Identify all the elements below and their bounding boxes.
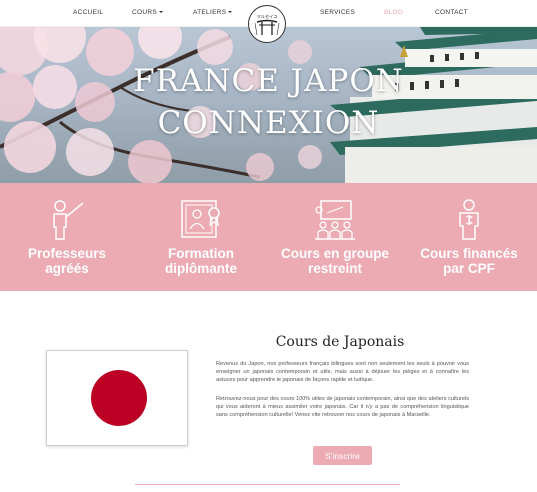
funding-icon (459, 199, 479, 240)
nav-cours[interactable]: COURS (132, 9, 163, 16)
teacher-icon (53, 200, 84, 240)
site-logo[interactable]: マルセイユ (248, 5, 286, 43)
classroom-icon (315, 200, 355, 240)
details-paragraph: Retrouvez-nous pour des cours 100% utile… (216, 396, 469, 419)
diploma-icon (181, 200, 220, 238)
nav-ateliers[interactable]: ATELIERS (193, 9, 233, 16)
feature-professeurs: Professeurs agréés (0, 183, 134, 291)
nav-contact[interactable]: CONTACT (435, 9, 468, 16)
section-divider (135, 484, 400, 485)
sinscrire-button[interactable]: S'inscrire (313, 446, 372, 465)
feature-groupe: Cours en groupe restreint (268, 183, 402, 291)
intro-paragraph: Revenus du Japon, nos professeurs frança… (216, 361, 469, 384)
chevron-down-icon (158, 11, 163, 14)
nav-accueil[interactable]: ACCUEIL (73, 9, 103, 16)
chevron-down-icon (228, 11, 233, 14)
hero-title-line1: FRANCE JAPON (133, 63, 404, 99)
feature-label: Cours en groupe restreint (280, 246, 389, 276)
logo-text: マルセイユ (257, 14, 278, 20)
flag-red-circle (91, 370, 147, 426)
nav-cours-label: COURS (132, 9, 157, 16)
hero-title-line2: CONNEXION (157, 105, 380, 141)
hero-banner: FRANCE JAPON CONNEXION (0, 27, 537, 183)
torii-logo-icon: マルセイユ (254, 14, 280, 36)
feature-label: Formation diplômante (164, 246, 237, 276)
nav-blog[interactable]: BLOG (384, 9, 403, 16)
feature-label: Cours financés par CPF (420, 246, 518, 276)
feature-formation: Formation diplômante (134, 183, 268, 291)
japan-flag-image (46, 350, 188, 446)
features-band: Professeurs agréés Formation diplômante … (0, 183, 537, 291)
feature-cpf: Cours financés par CPF (402, 183, 536, 291)
feature-label: Professeurs agréés (27, 246, 107, 276)
section-title: Cours de Japonais (275, 334, 405, 350)
nav-ateliers-label: ATELIERS (193, 9, 227, 16)
nav-services[interactable]: SERVICES (320, 9, 355, 16)
